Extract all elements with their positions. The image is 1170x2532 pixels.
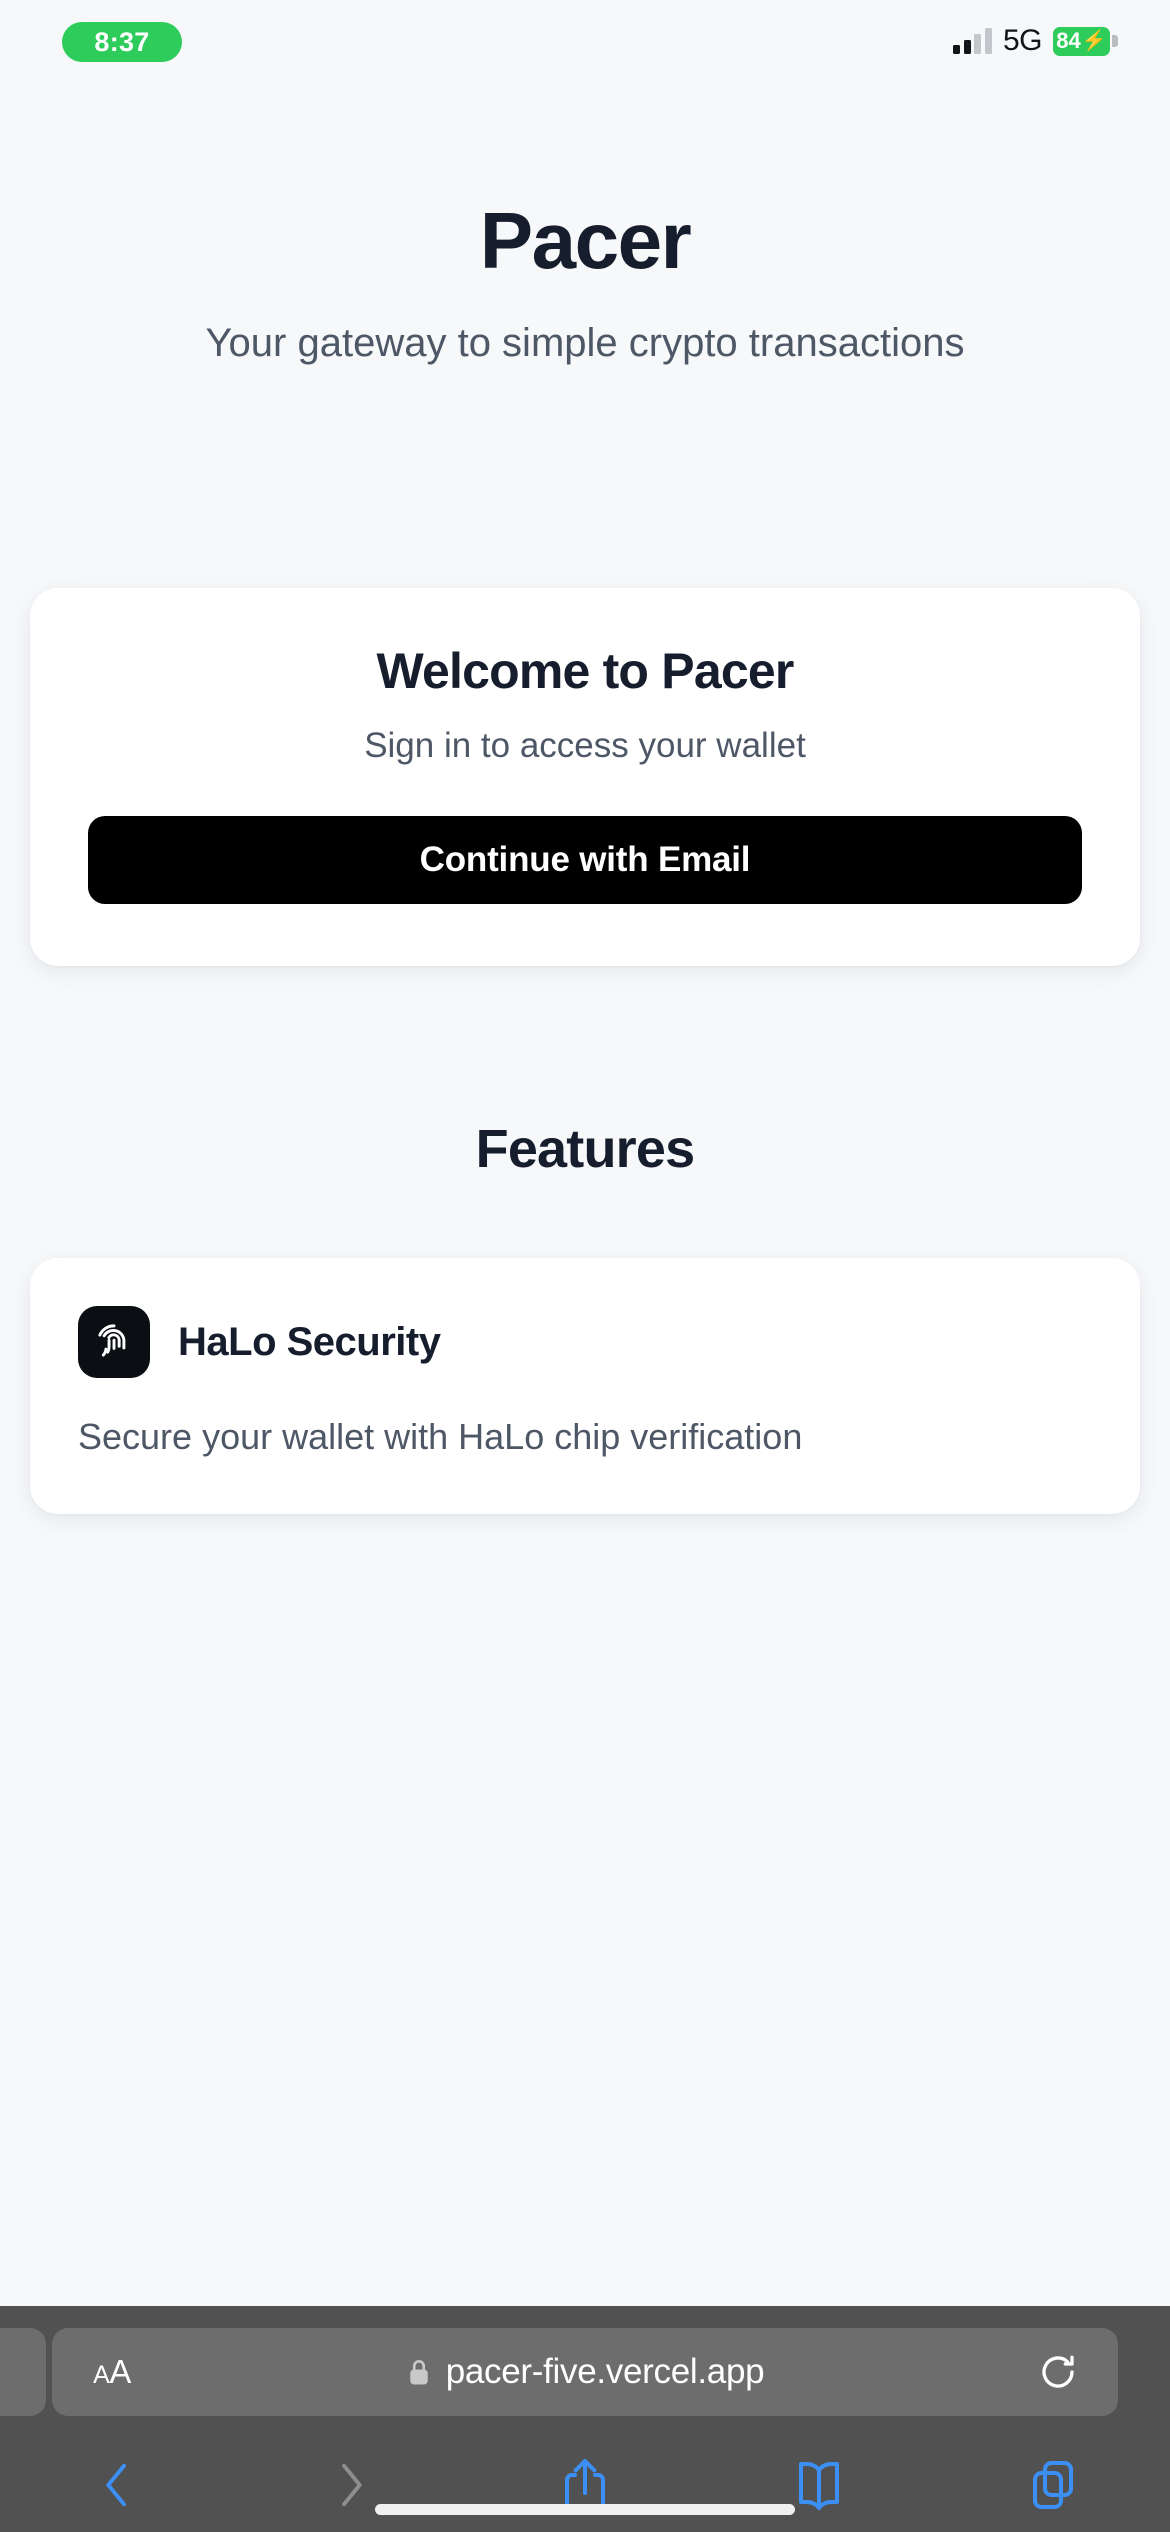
back-button[interactable] <box>0 2457 234 2513</box>
status-bar: 8:37 5G 84 ⚡ <box>0 0 1170 110</box>
text-size-button[interactable]: AA <box>52 2353 172 2391</box>
welcome-card-title: Welcome to Pacer <box>376 643 794 700</box>
welcome-card-subtitle: Sign in to access your wallet <box>364 726 806 766</box>
browser-toolbar <box>0 2438 1170 2532</box>
fingerprint-icon <box>78 1306 150 1379</box>
welcome-card: Welcome to Pacer Sign in to access your … <box>30 588 1140 967</box>
features-heading: Features <box>475 1119 696 1180</box>
tabs-button[interactable] <box>936 2457 1170 2513</box>
page-subtitle: Your gateway to simple crypto transactio… <box>205 321 965 365</box>
status-time-pill: 8:37 <box>62 22 182 62</box>
status-time: 8:37 <box>94 26 150 57</box>
feature-title: HaLo Security <box>178 1319 441 1364</box>
url-display-group: pacer-five.vercel.app <box>172 2352 998 2392</box>
battery-indicator: 84 ⚡ <box>1053 26 1118 56</box>
home-indicator <box>375 2504 795 2515</box>
browser-chrome: AA pacer-five.vercel.app <box>0 2306 1170 2532</box>
feature-description: Secure your wallet with HaLo chip verifi… <box>78 1416 803 1458</box>
text-size-large-a: A <box>109 2353 131 2390</box>
url-text: pacer-five.vercel.app <box>445 2352 765 2391</box>
battery-cap <box>1112 35 1118 47</box>
previous-tab-peek[interactable] <box>0 2328 46 2416</box>
feature-card-halo-security[interactable]: HaLo Security Secure your wallet with Ha… <box>30 1258 1140 1514</box>
url-bar[interactable]: AA pacer-five.vercel.app <box>52 2328 1118 2416</box>
text-size-small-a: A <box>93 2361 110 2389</box>
network-type-label: 5G <box>1002 24 1043 57</box>
cellular-signal-icon <box>953 28 992 54</box>
web-page-content: Pacer Your gateway to simple crypto tran… <box>0 110 1170 2532</box>
reload-button[interactable] <box>998 2351 1118 2393</box>
battery-percent-label: 84 <box>1056 28 1081 53</box>
phone-screen: 8:37 5G 84 ⚡ Pacer Your gateway to simpl… <box>0 0 1170 2532</box>
lock-icon <box>406 2357 432 2387</box>
page-title: Pacer <box>479 196 692 285</box>
bolt-icon: ⚡ <box>1081 30 1107 52</box>
continue-with-email-button[interactable]: Continue with Email <box>88 816 1082 905</box>
status-right-group: 5G 84 ⚡ <box>953 24 1118 58</box>
browser-url-row: AA pacer-five.vercel.app <box>0 2306 1170 2438</box>
feature-card-header: HaLo Security <box>78 1306 1092 1379</box>
